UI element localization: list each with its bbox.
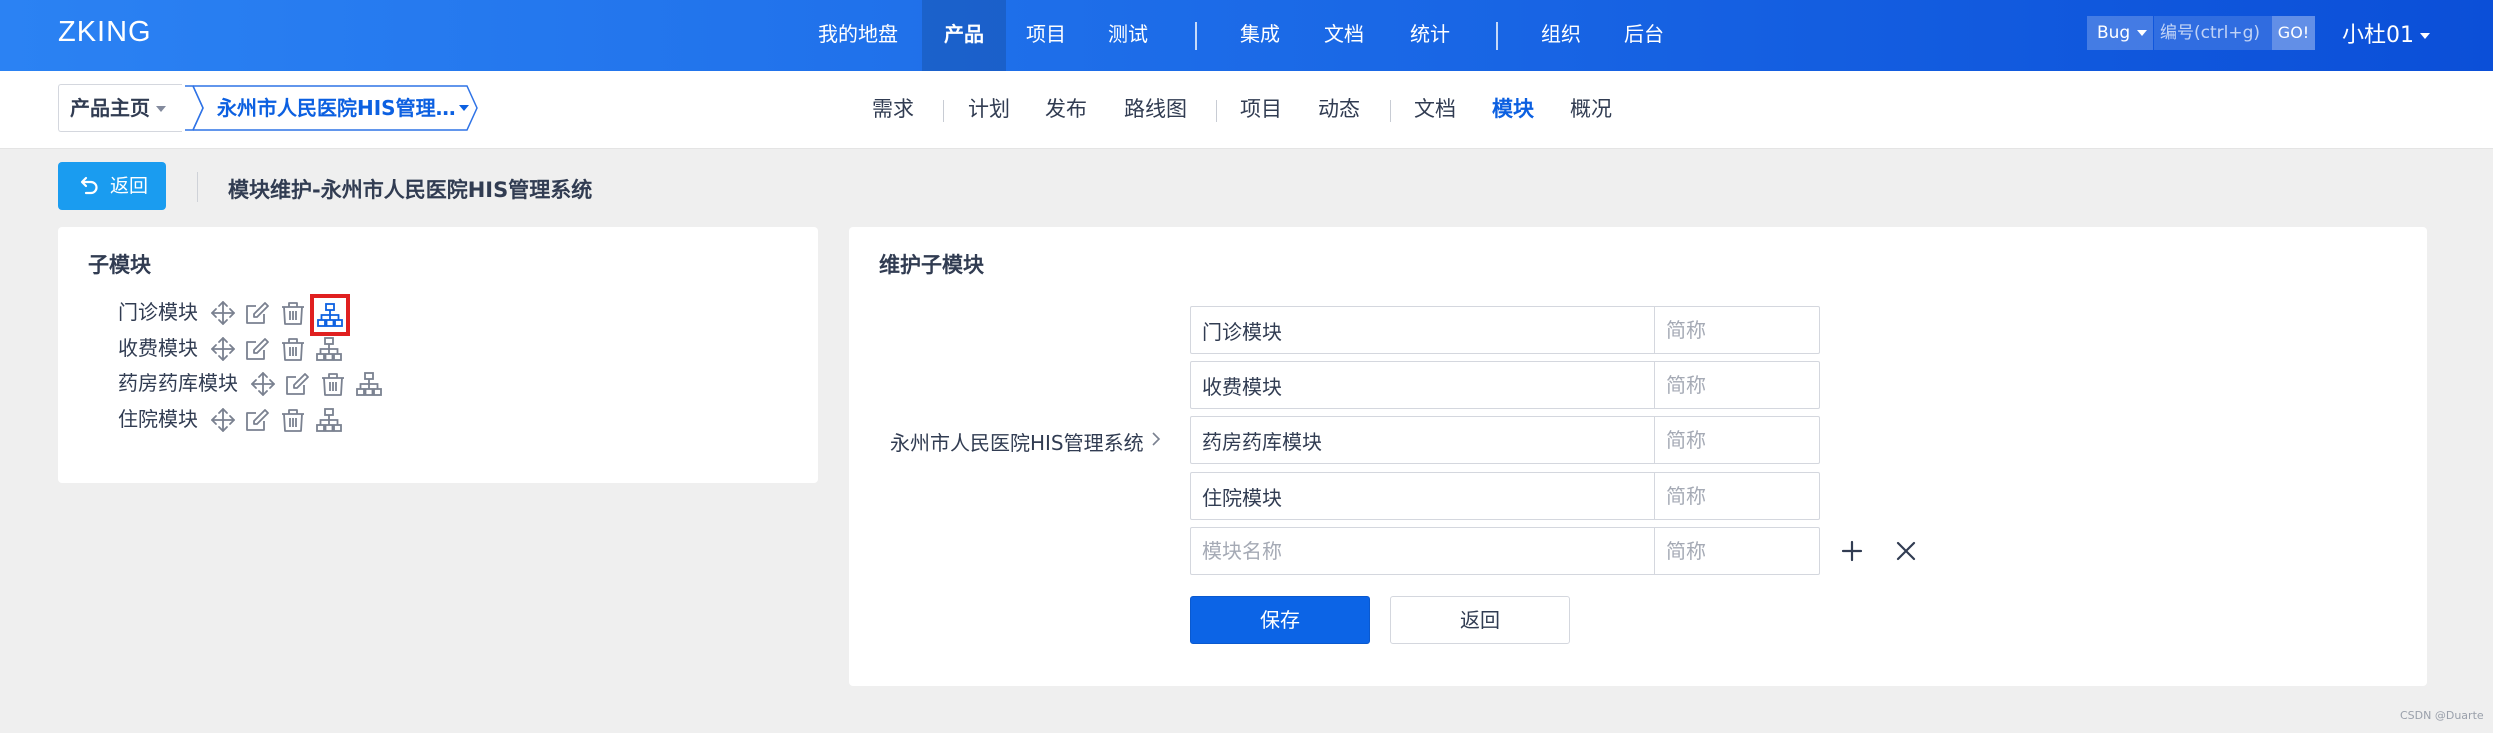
module-name-input[interactable] — [1190, 306, 1655, 354]
search-type-label: Bug — [2097, 23, 2131, 43]
tab-release[interactable]: 发布 — [1045, 71, 1087, 148]
parent-module-label: 永州市人民医院HIS管理系统 — [890, 431, 1144, 455]
nav-item-test[interactable]: 测试 — [1108, 0, 1148, 71]
module-short-name-input[interactable] — [1654, 306, 1820, 354]
tree-row-actions — [250, 366, 410, 400]
edit-icon[interactable] — [244, 407, 270, 433]
user-menu[interactable]: 小杜01 — [2342, 17, 2430, 49]
nav-item-stats[interactable]: 统计 — [1410, 0, 1450, 71]
module-name-input[interactable] — [1190, 416, 1655, 464]
new-module-name-input[interactable] — [1190, 527, 1655, 575]
module-name-input[interactable] — [1190, 361, 1655, 409]
move-icon[interactable] — [210, 407, 236, 433]
breadcrumb-product-home[interactable]: 产品主页 — [58, 84, 182, 132]
tab-separator — [1390, 100, 1391, 122]
edit-icon[interactable] — [244, 300, 270, 326]
tab-story[interactable]: 需求 — [872, 71, 914, 148]
child-module-icon[interactable] — [356, 371, 382, 397]
tree-row-actions — [210, 331, 370, 365]
top-navbar: ZKING 我的地盘 产品 项目 测试 集成 文档 统计 组织 后台 Bug G… — [0, 0, 2493, 71]
search-go-button[interactable]: GO! — [2272, 16, 2315, 50]
tab-overview[interactable]: 概况 — [1570, 71, 1612, 148]
nav-item-docs[interactable]: 文档 — [1324, 0, 1364, 71]
tab-dynamic[interactable]: 动态 — [1318, 71, 1360, 148]
tab-separator — [1216, 100, 1217, 122]
move-icon[interactable] — [250, 371, 276, 397]
breadcrumb-product-label: 永州市人民医院HIS管理… — [217, 96, 456, 120]
tree-item-label[interactable]: 收费模块 — [118, 331, 198, 365]
save-button[interactable]: 保存 — [1190, 596, 1370, 644]
move-icon[interactable] — [210, 336, 236, 362]
child-module-icon — [317, 303, 343, 327]
nav-item-integration[interactable]: 集成 — [1240, 0, 1280, 71]
tab-roadmap[interactable]: 路线图 — [1124, 71, 1187, 148]
module-short-name-input[interactable] — [1654, 361, 1820, 409]
toolbar-divider — [197, 172, 198, 202]
nav-separator — [1496, 22, 1498, 50]
child-module-button-highlighted[interactable] — [310, 294, 350, 336]
module-row-new — [1190, 527, 1820, 575]
search-input[interactable] — [2154, 16, 2272, 50]
undo-icon — [80, 176, 98, 195]
search-type-select[interactable]: Bug — [2087, 16, 2153, 50]
user-name: 小杜01 — [2342, 23, 2414, 48]
module-row — [1190, 306, 1820, 354]
module-name-input[interactable] — [1190, 472, 1655, 520]
breadcrumb-product-select[interactable]: 永州市人民医院HIS管理… — [185, 84, 478, 132]
nav-separator — [1195, 22, 1197, 50]
plus-icon[interactable] — [1838, 537, 1866, 565]
tree-item-label[interactable]: 门诊模块 — [118, 295, 198, 329]
nav-item-my-dashboard[interactable]: 我的地盘 — [818, 0, 898, 71]
child-module-icon[interactable] — [316, 407, 342, 433]
return-button[interactable]: 返回 — [1390, 596, 1570, 644]
watermark: CSDN @Duarte — [2400, 709, 2484, 722]
nav-item-project[interactable]: 项目 — [1026, 0, 1066, 71]
edit-icon[interactable] — [244, 336, 270, 362]
panel-title: 维护子模块 — [879, 253, 984, 277]
close-icon[interactable] — [1892, 537, 1920, 565]
tab-project[interactable]: 项目 — [1240, 71, 1282, 148]
tab-separator — [943, 100, 944, 122]
nav-item-admin[interactable]: 后台 — [1624, 0, 1664, 71]
child-module-icon[interactable] — [316, 336, 342, 362]
tree-row-actions — [210, 294, 370, 336]
edit-icon[interactable] — [284, 371, 310, 397]
module-row — [1190, 416, 1820, 464]
global-search: Bug — [2087, 16, 2272, 50]
tree-item-label[interactable]: 药房药库模块 — [118, 366, 238, 400]
nav-item-org[interactable]: 组织 — [1541, 0, 1581, 71]
new-module-short-name-input[interactable] — [1654, 527, 1820, 575]
tab-module[interactable]: 模块 — [1492, 71, 1534, 148]
back-button[interactable]: 返回 — [58, 162, 166, 210]
nav-item-product[interactable]: 产品 — [922, 0, 1006, 71]
chevron-down-icon — [2137, 30, 2147, 36]
tab-docs[interactable]: 文档 — [1414, 71, 1456, 148]
delete-icon[interactable] — [280, 407, 306, 433]
chevron-down-icon — [156, 106, 166, 112]
panel-title: 子模块 — [88, 253, 151, 277]
module-row — [1190, 472, 1820, 520]
breadcrumb-home-label: 产品主页 — [70, 96, 150, 120]
move-icon[interactable] — [210, 300, 236, 326]
module-short-name-input[interactable] — [1654, 472, 1820, 520]
brand-logo[interactable]: ZKING — [58, 16, 152, 49]
delete-icon[interactable] — [280, 336, 306, 362]
module-short-name-input[interactable] — [1654, 416, 1820, 464]
chevron-down-icon — [459, 105, 469, 111]
delete-icon[interactable] — [280, 300, 306, 326]
tree-item-label[interactable]: 住院模块 — [118, 402, 198, 436]
page-title: 模块维护-永州市人民医院HIS管理系统 — [228, 178, 593, 202]
module-row — [1190, 361, 1820, 409]
delete-icon[interactable] — [320, 371, 346, 397]
tree-row-actions — [210, 402, 370, 436]
chevron-right-icon — [1152, 432, 1161, 446]
tab-plan[interactable]: 计划 — [968, 71, 1010, 148]
back-button-label: 返回 — [110, 175, 149, 197]
chevron-down-icon — [2420, 33, 2430, 39]
